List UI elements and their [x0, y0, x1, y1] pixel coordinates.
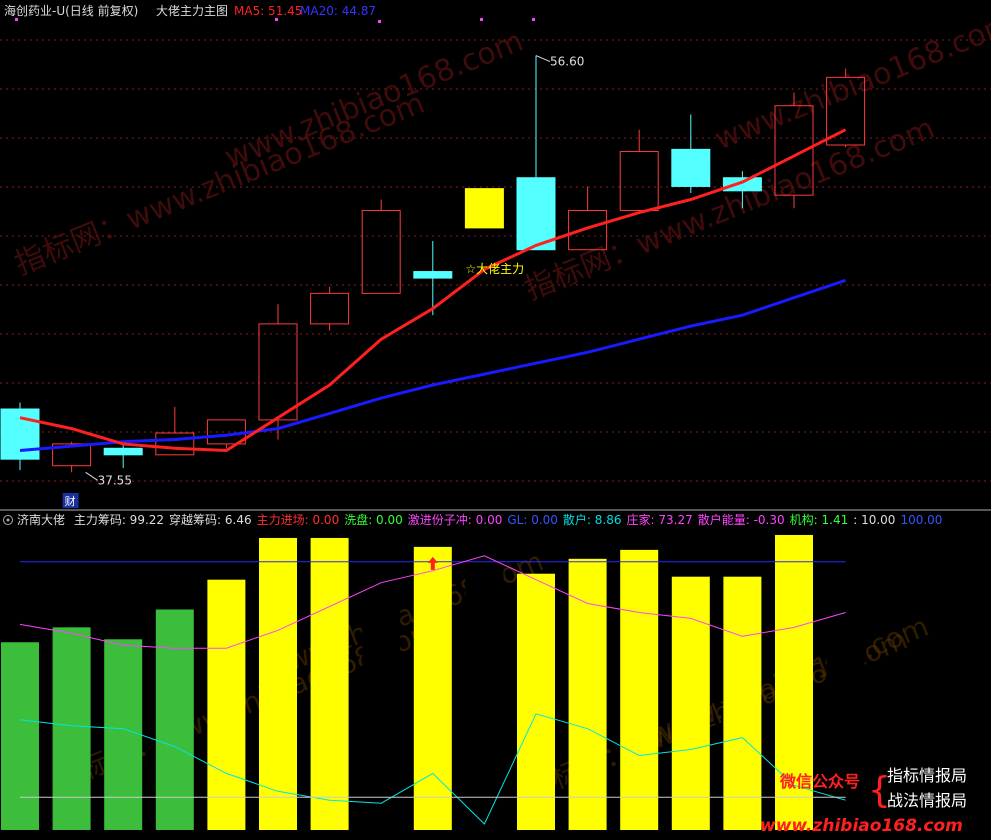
brand-line1: 指标情报局 [887, 766, 967, 785]
candle-body [413, 271, 453, 279]
fin-label: 财 [65, 494, 76, 508]
indicator-bar [310, 537, 349, 830]
signal-dot [15, 18, 18, 21]
legend-item: 散户: 8.86 [563, 512, 622, 527]
indicator-name: 大佬主力主图 [156, 4, 228, 18]
legend-item: 穿越筹码: 6.46 [169, 512, 252, 527]
brand-wechat: 微信公众号 [779, 772, 860, 791]
main-header: 海创药业-U(日线 前复权) 大佬主力主图 MA5: 51.45 MA20: 4… [4, 3, 376, 18]
legend-item: 激进份子冲: 0.00 [408, 512, 503, 527]
candle-body [103, 447, 143, 456]
indicator-bar [517, 573, 555, 830]
indicator-title: 济南大佬 [17, 512, 69, 527]
indicator-bar [620, 549, 659, 830]
indicator-bar [104, 639, 143, 830]
indicator-bar [568, 558, 607, 830]
indicator-bar [465, 532, 504, 830]
ma5-legend: MA5: 51.45 [234, 4, 302, 18]
legend-item: 庄家: 73.27 [627, 512, 693, 527]
candle [464, 188, 504, 229]
candle-body [516, 177, 556, 251]
indicator-bar [362, 532, 401, 830]
signal-dot [275, 18, 278, 21]
chart-root: www.zhibiao168.com指标网：www.zhibiao168.com… [0, 0, 991, 840]
legend-item: 洗盘: 0.00 [344, 512, 403, 527]
legend-item: 100.00 [900, 513, 942, 527]
stock-title: 海创药业-U(日线 前复权) [4, 3, 138, 18]
candle-body [464, 188, 504, 229]
ma20-legend: MA20: 44.87 [300, 4, 376, 18]
legend-item: 主力筹码: 99.22 [74, 513, 164, 527]
indicator-bar [1, 642, 39, 830]
indicator-bar [723, 576, 762, 830]
legend-item: 机构: 1.41 [790, 512, 849, 527]
candle-body [722, 177, 762, 192]
indicator-legend: 济南大佬 主力筹码: 99.22 穿越筹码: 6.46 主力进场: 0.00 洗盘: … [3, 512, 942, 527]
legend-item: : 10.00 [853, 513, 895, 527]
signal-label: ☆大佬主力 [465, 262, 524, 276]
signal-dot [532, 18, 535, 21]
legend-item: 散户能量: -0.30 [698, 512, 785, 527]
candle-body [671, 148, 711, 187]
brand-line2: 战法情报局 [887, 791, 967, 810]
signal-dot [480, 18, 483, 21]
candle-body [0, 408, 40, 460]
indicator-bar [413, 546, 452, 830]
indicator-bar [671, 576, 710, 830]
low-price-label: 37.55 [98, 473, 132, 487]
brand-site: www.zhibiao168.com [760, 816, 963, 836]
legend-text: 济南大佬 主力筹码: 99.22 穿越筹码: 6.46 主力进场: 0.00 洗盘: … [17, 512, 942, 527]
indicator-bar [207, 579, 246, 830]
legend-item: GL: 0.00 [507, 513, 558, 527]
legend-item: 主力进场: 0.00 [257, 513, 340, 527]
indicator-bar [52, 627, 91, 830]
signal-dot [378, 20, 381, 23]
high-price-label: 56.60 [550, 55, 584, 69]
